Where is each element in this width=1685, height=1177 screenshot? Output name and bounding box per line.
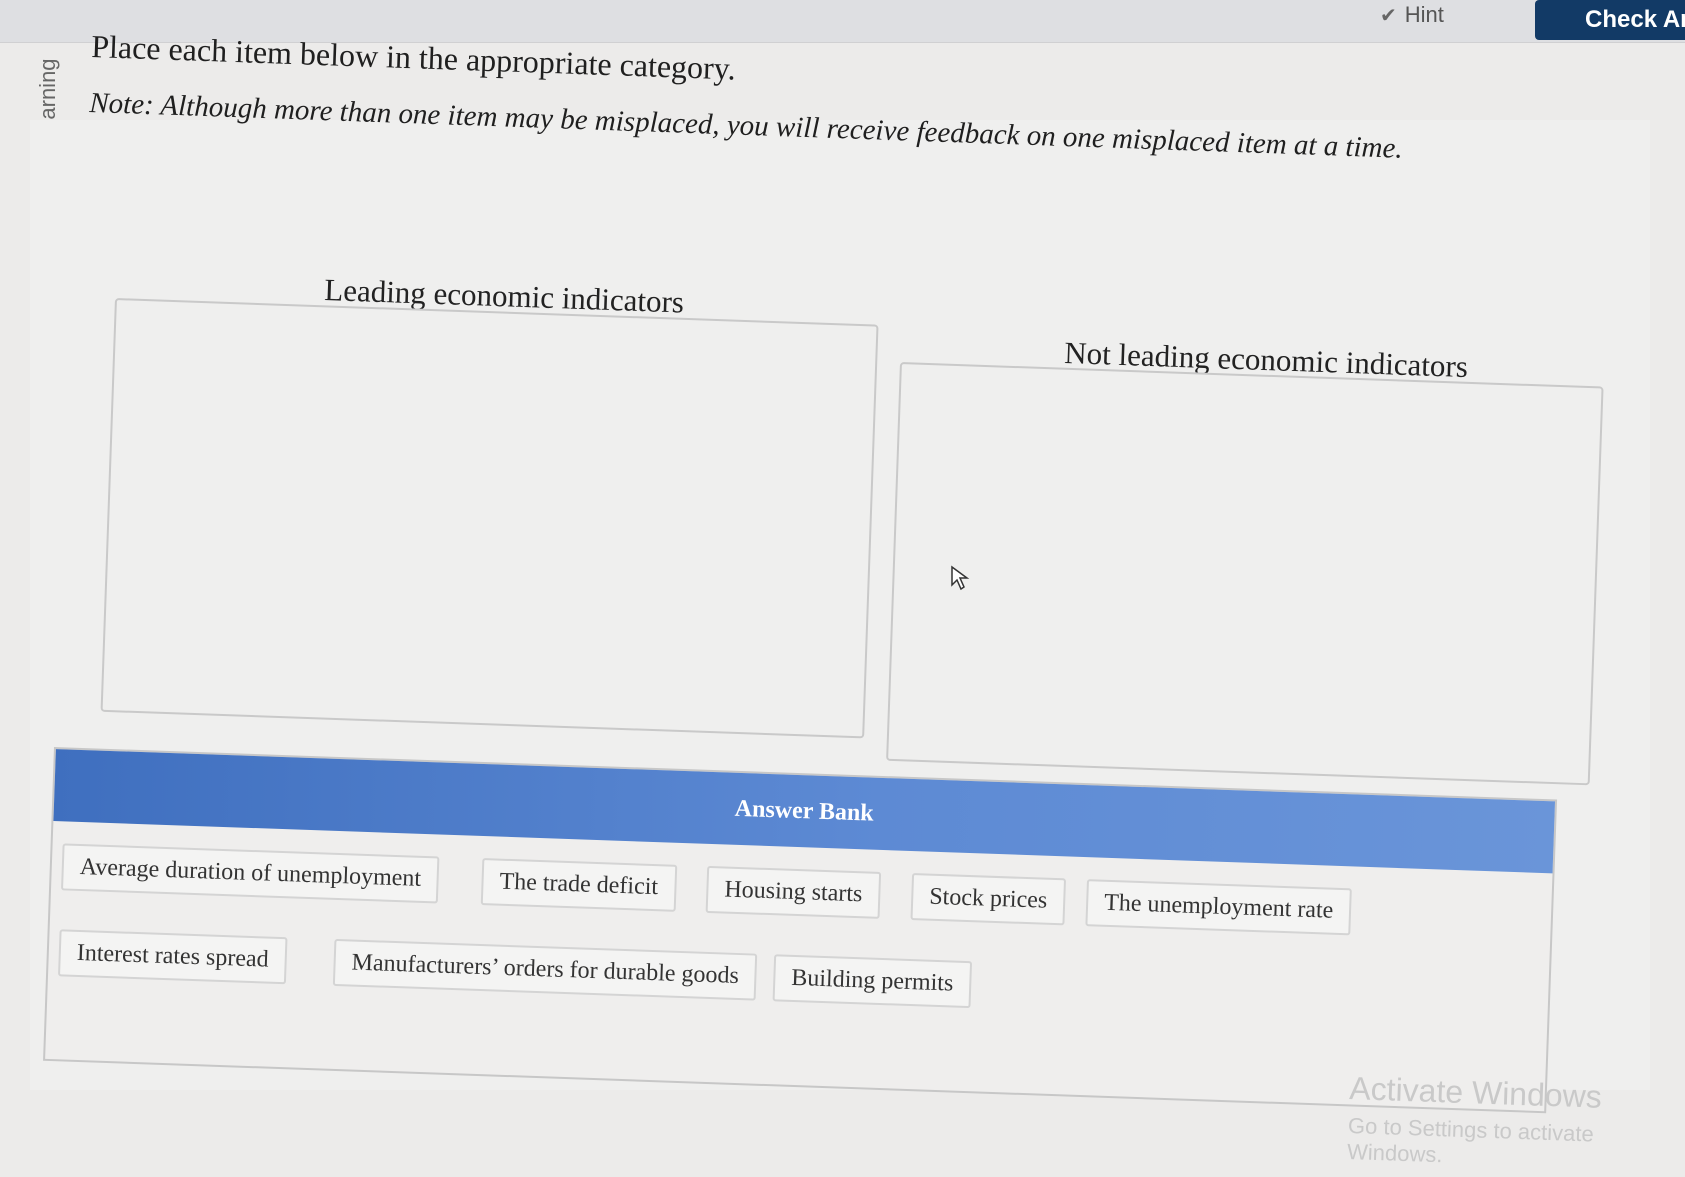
answer-item-housing-starts[interactable]: Housing starts [705, 865, 882, 919]
answer-bank: Answer Bank Average duration of unemploy… [43, 747, 1558, 1114]
answer-item-trade-deficit[interactable]: The trade deficit [480, 858, 677, 912]
activate-windows-watermark: Activate Windows Go to Settings to activ… [1347, 1070, 1685, 1177]
answer-item-building-permits[interactable]: Building permits [772, 954, 973, 1009]
hint-button[interactable]: ✔ Hint [1380, 0, 1500, 30]
watermark-subtitle: Go to Settings to activate Windows. [1346, 1112, 1595, 1168]
answer-item-average-duration-of-unemployment[interactable]: Average duration of unemployment [61, 843, 440, 904]
mouse-cursor-icon [950, 565, 970, 591]
drop-zone-leading[interactable] [100, 298, 879, 739]
answer-item-stock-prices[interactable]: Stock prices [910, 873, 1067, 926]
drop-zone-not-leading[interactable] [886, 362, 1604, 786]
check-answer-button[interactable]: Check Ans [1535, 0, 1685, 40]
answer-item-interest-rates-spread[interactable]: Interest rates spread [58, 929, 288, 985]
answer-item-manufacturers-orders[interactable]: Manufacturers’ orders for durable goods [332, 938, 758, 1001]
answer-item-unemployment-rate[interactable]: The unemployment rate [1085, 879, 1353, 936]
lightbulb-icon: ✔ [1380, 4, 1397, 27]
hint-label: Hint [1404, 2, 1444, 27]
